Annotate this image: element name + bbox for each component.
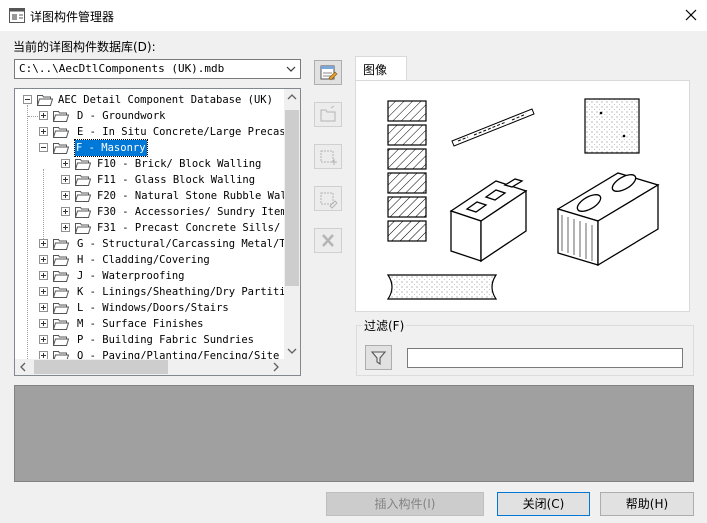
folder-icon xyxy=(53,303,69,314)
scrollbar-corner xyxy=(284,359,300,375)
tree-item-label: L - Windows/Doors/Stairs xyxy=(77,302,229,314)
folder-icon xyxy=(53,255,69,266)
tree-item-label: K - Linings/Sheathing/Dry Partitio xyxy=(77,286,292,298)
scroll-down-arrow-icon[interactable] xyxy=(284,343,300,359)
edit-component-icon xyxy=(320,192,338,209)
delete-button[interactable] xyxy=(314,228,342,253)
add-component-icon xyxy=(320,150,337,165)
close-icon xyxy=(685,9,697,21)
tree-item-label: M - Surface Finishes xyxy=(77,318,204,330)
masonry-preview-image xyxy=(386,98,660,300)
close-window-button[interactable] xyxy=(678,4,704,26)
edit-database-icon xyxy=(320,65,338,81)
folder-icon xyxy=(53,287,69,298)
tree-item-label: H - Cladding/Covering xyxy=(77,254,210,266)
insert-component-button[interactable]: 插入构件(I) xyxy=(326,492,484,516)
tree-root-label: AEC Detail Component Database (UK) xyxy=(58,94,273,106)
open-folder-icon xyxy=(37,95,53,106)
component-tree[interactable]: AEC Detail Component Database (UK) D - G… xyxy=(14,88,301,376)
tree-item-label: J - Waterproofing xyxy=(77,270,185,282)
tree-item-label: F10 - Brick/ Block Walling xyxy=(97,158,262,170)
description-panel xyxy=(14,385,694,482)
folder-icon xyxy=(75,159,91,170)
filter-label: 过滤(F) xyxy=(362,317,407,334)
tree-item-label: F30 - Accessories/ Sundry Items xyxy=(97,206,293,218)
tree-item-label: D - Groundwork xyxy=(77,110,166,122)
tree-item-label: F20 - Natural Stone Rubble Wall xyxy=(97,190,293,202)
tab-image[interactable]: 图像 xyxy=(355,56,407,81)
folder-icon xyxy=(53,271,69,282)
funnel-icon xyxy=(370,351,387,366)
folder-icon xyxy=(53,111,69,122)
database-combobox[interactable]: C:\..\AecDtlComponents (UK).mdb xyxy=(14,59,301,79)
folder-icon xyxy=(75,191,91,202)
tree-item-label: G - Structural/Carcassing Metal/Tin xyxy=(77,238,299,250)
tree-item-label: F31 - Precast Concrete Sills/ L xyxy=(97,222,293,234)
close-button[interactable]: 关闭(C) xyxy=(497,492,590,516)
chevron-down-icon xyxy=(286,66,296,72)
filter-input[interactable] xyxy=(407,348,683,368)
new-folder-icon xyxy=(320,105,336,122)
tree-horizontal-scroll-thumb[interactable] xyxy=(34,360,168,374)
tree-item-label-selected: F - Masonry xyxy=(74,139,148,157)
tab-image-label: 图像 xyxy=(363,63,388,77)
scroll-up-arrow-icon[interactable] xyxy=(284,89,300,105)
database-path: C:\..\AecDtlComponents (UK).mdb xyxy=(19,62,225,75)
scroll-right-arrow-icon[interactable] xyxy=(268,359,284,375)
folder-icon xyxy=(53,239,69,250)
window-title: 详图构件管理器 xyxy=(30,10,115,24)
folder-icon xyxy=(75,175,91,186)
folder-icon xyxy=(53,319,69,330)
filter-button[interactable] xyxy=(365,345,392,370)
scroll-left-arrow-icon[interactable] xyxy=(15,359,31,375)
tree-item-label: E - In Situ Concrete/Large Precast xyxy=(77,126,292,138)
app-icon xyxy=(9,8,25,23)
tree-item-label: F11 - Glass Block Walling xyxy=(97,174,256,186)
folder-icon xyxy=(75,207,91,218)
delete-icon xyxy=(322,234,334,247)
open-folder-icon xyxy=(53,143,69,154)
image-preview-panel xyxy=(355,80,690,312)
database-label: 当前的详图构件数据库(D): xyxy=(13,40,156,54)
help-button[interactable]: 帮助(H) xyxy=(600,492,694,516)
folder-icon xyxy=(53,335,69,346)
tree-item-label: P - Building Fabric Sundries xyxy=(77,334,255,346)
tree-vertical-scroll-thumb[interactable] xyxy=(285,110,299,286)
edit-database-button[interactable] xyxy=(314,60,342,85)
folder-icon xyxy=(53,127,69,138)
edit-component-button[interactable] xyxy=(314,186,342,211)
add-component-button[interactable] xyxy=(314,144,342,169)
new-component-button[interactable] xyxy=(314,102,342,127)
folder-icon xyxy=(75,223,91,234)
